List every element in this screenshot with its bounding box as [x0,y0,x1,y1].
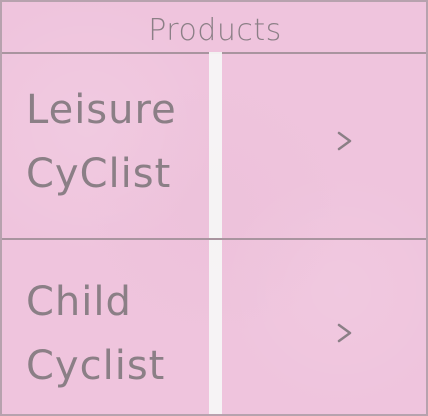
list-item-leisure-cyclist[interactable]: Leisure CyClist [2,54,426,240]
list-item-label: Leisure CyClist [26,87,177,197]
header-bar: Products [2,2,426,54]
list-item-label: Child Cyclist [26,279,166,389]
products-screen: Products Leisure CyClist Child Cyclist [0,0,428,416]
chevron-right-icon [334,130,356,152]
chevron-right-icon [334,322,356,344]
page-title: Products [148,12,282,48]
list-item-child-cyclist[interactable]: Child Cyclist [2,240,426,414]
